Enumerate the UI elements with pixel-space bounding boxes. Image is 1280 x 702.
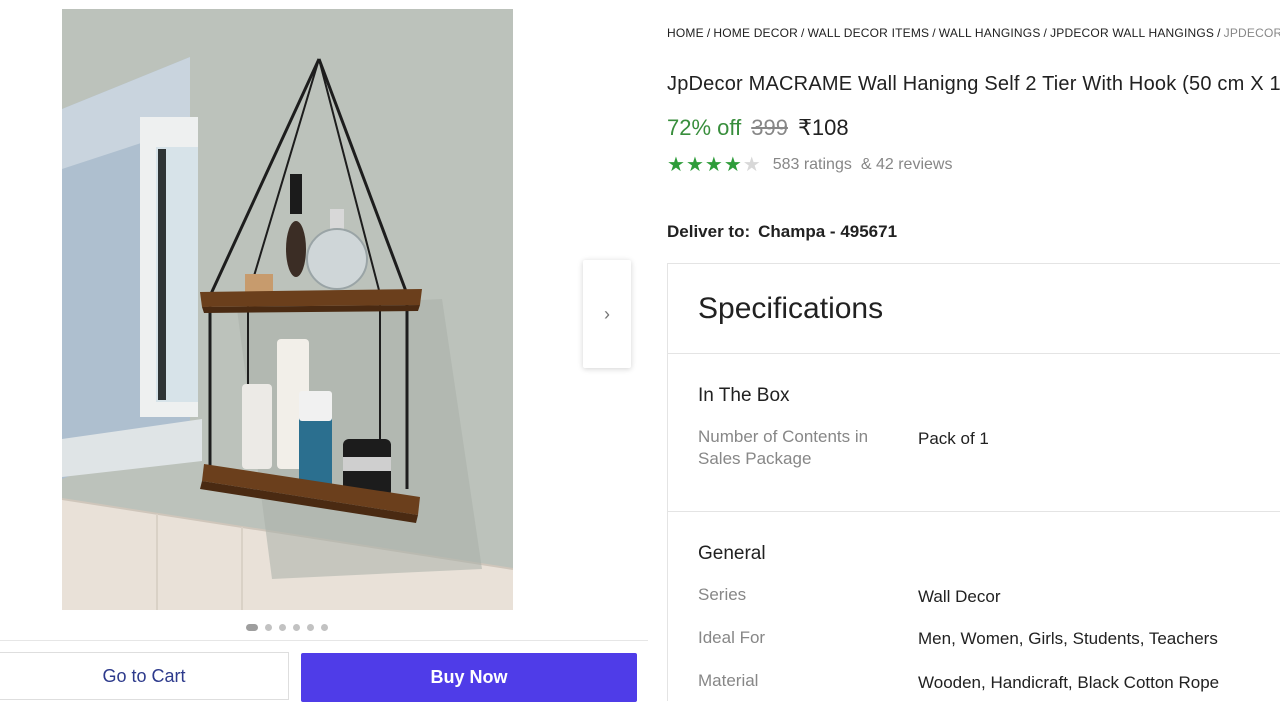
spec-value: Wall Decor [918, 587, 1001, 606]
spec-group-title: In The Box [698, 385, 790, 406]
carousel-dot[interactable] [293, 624, 300, 631]
star-filled-icon: ★ [667, 154, 685, 176]
discount-badge: 72% off [667, 115, 742, 140]
rating-summary[interactable]: ★ ★ ★ ★ ★ 583 ratings & 42 reviews [667, 155, 960, 175]
breadcrumb-home[interactable]: HOME [667, 26, 704, 40]
ratings-count: 583 ratings [772, 156, 852, 173]
star-filled-icon: ★ [723, 154, 742, 176]
breadcrumb-current: JPDECOR [1223, 26, 1280, 40]
specifications-title: Specifications [698, 292, 884, 325]
next-image-button[interactable]: › [583, 260, 631, 368]
divider [668, 353, 1280, 354]
product-title: JpDecor MACRAME Wall Hanigng Self 2 Tier… [667, 73, 1280, 95]
delivery-location[interactable]: Deliver to: Champa - 495671 [667, 222, 897, 242]
product-photo [62, 9, 513, 610]
specifications-card: Specifications In The Box Number of Cont… [667, 263, 1280, 701]
divider [668, 511, 1280, 512]
image-carousel-dots [0, 624, 574, 632]
original-price: 399 [751, 115, 788, 140]
star-empty-icon: ★ [742, 154, 761, 176]
breadcrumb: HOME / HOME DECOR / WALL DECOR ITEMS / WALL HA… [667, 26, 1280, 40]
carousel-dot[interactable] [279, 624, 286, 631]
price-row: 72% off 399 ₹108 [667, 115, 849, 141]
selling-price: ₹108 [797, 115, 849, 140]
deliver-to-label: Deliver to: [667, 222, 751, 241]
star-filled-icon: ★ [685, 154, 704, 176]
carousel-dot[interactable] [307, 624, 314, 631]
breadcrumb-wall-hangings[interactable]: WALL HANGINGS [939, 26, 1041, 40]
purchase-action-bar: Go to Cart Buy Now [0, 640, 648, 702]
reviews-count: & 42 reviews [860, 156, 953, 173]
spec-value: Men, Women, Girls, Students, Teachers [918, 629, 1218, 648]
product-image[interactable] [62, 9, 513, 610]
spec-key: Material [698, 671, 759, 690]
carousel-dot[interactable] [321, 624, 328, 631]
star-filled-icon: ★ [704, 154, 723, 176]
carousel-dot[interactable] [246, 624, 258, 631]
spec-key: Ideal For [698, 628, 766, 647]
breadcrumb-jpdecor-wall-hangings[interactable]: JPDECOR WALL HANGINGS [1050, 26, 1214, 40]
delivery-address: Champa - 495671 [758, 222, 898, 241]
spec-group-title: General [698, 543, 766, 564]
spec-key: Number of Contents in Sales Package [698, 427, 869, 468]
go-to-cart-button[interactable]: Go to Cart [0, 652, 289, 700]
star-rating: ★ ★ ★ ★ ★ [667, 155, 761, 175]
chevron-right-icon: › [604, 303, 610, 324]
breadcrumb-home-decor[interactable]: HOME DECOR [713, 26, 798, 40]
carousel-dot[interactable] [265, 624, 272, 631]
spec-value: Pack of 1 [918, 429, 989, 448]
spec-value: Wooden, Handicraft, Black Cotton Rope [918, 673, 1220, 692]
breadcrumb-wall-decor-items[interactable]: WALL DECOR ITEMS [808, 26, 930, 40]
buy-now-button[interactable]: Buy Now [301, 653, 637, 702]
spec-key: Series [698, 585, 747, 604]
